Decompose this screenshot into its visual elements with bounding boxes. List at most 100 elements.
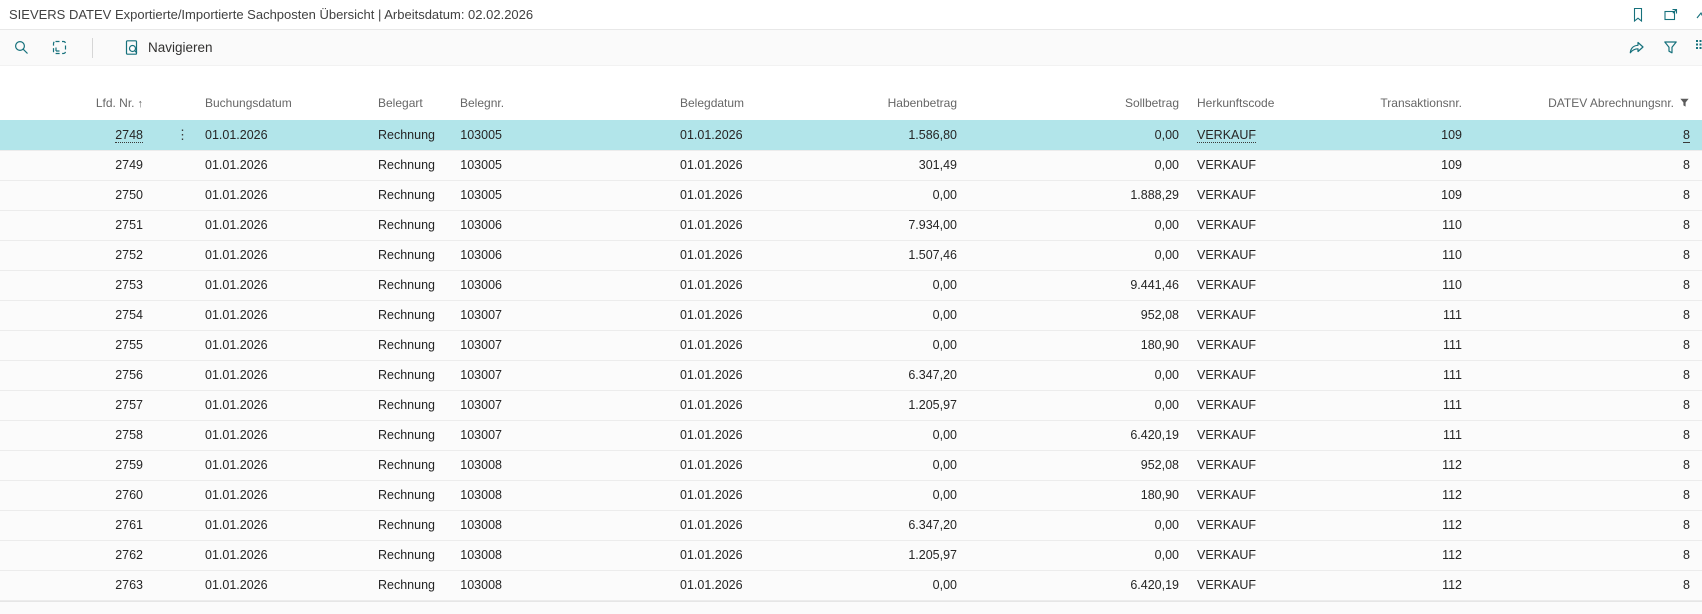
share-icon[interactable] (1627, 39, 1645, 57)
datev-abrechnungsnr-link[interactable]: 8 (1683, 548, 1690, 562)
header-habenbetrag[interactable]: Habenbetrag (805, 86, 965, 120)
datev-abrechnungsnr-link[interactable]: 8 (1683, 338, 1690, 352)
datev-abrechnungsnr-link[interactable]: 8 (1683, 368, 1690, 382)
lfd-nr-link[interactable]: 2762 (115, 548, 143, 562)
herkunftscode-link[interactable]: VERKAUF (1197, 308, 1256, 322)
lfd-nr-link[interactable]: 2755 (115, 338, 143, 352)
analyze-icon[interactable] (50, 39, 68, 57)
header-lfd-nr[interactable]: Lfd. Nr.↑ (0, 86, 165, 120)
cell-herkunftscode: VERKAUF (1185, 120, 1300, 150)
table-row[interactable]: 2760 01.01.2026 Rechnung 103008 01.01.20… (0, 480, 1702, 510)
herkunftscode-link[interactable]: VERKAUF (1197, 278, 1256, 292)
lfd-nr-link[interactable]: 2760 (115, 488, 143, 502)
cell-habenbetrag: 7.934,00 (805, 210, 965, 240)
herkunftscode-link[interactable]: VERKAUF (1197, 188, 1256, 202)
datev-abrechnungsnr-link[interactable]: 8 (1683, 218, 1690, 232)
herkunftscode-link[interactable]: VERKAUF (1197, 218, 1256, 232)
datev-abrechnungsnr-link[interactable]: 8 (1683, 458, 1690, 472)
filter-icon[interactable] (1661, 39, 1679, 57)
table-row[interactable]: 2751 01.01.2026 Rechnung 103006 01.01.20… (0, 210, 1702, 240)
cell-row-menu (165, 540, 200, 570)
table-row[interactable]: 2759 01.01.2026 Rechnung 103008 01.01.20… (0, 450, 1702, 480)
herkunftscode-link[interactable]: VERKAUF (1197, 128, 1256, 143)
lfd-nr-link[interactable]: 2756 (115, 368, 143, 382)
herkunftscode-link[interactable]: VERKAUF (1197, 518, 1256, 532)
header-sollbetrag[interactable]: Sollbetrag (965, 86, 1185, 120)
herkunftscode-link[interactable]: VERKAUF (1197, 488, 1256, 502)
lfd-nr-link[interactable]: 2753 (115, 278, 143, 292)
cell-row-menu (165, 450, 200, 480)
clipped-grid-icon[interactable] (1695, 37, 1702, 58)
herkunftscode-link[interactable]: VERKAUF (1197, 428, 1256, 442)
table-row[interactable]: 2753 01.01.2026 Rechnung 103006 01.01.20… (0, 270, 1702, 300)
cell-sollbetrag: 6.420,19 (965, 420, 1185, 450)
lfd-nr-link[interactable]: 2750 (115, 188, 143, 202)
lfd-nr-link[interactable]: 2754 (115, 308, 143, 322)
header-belegnr[interactable]: Belegnr. (460, 86, 515, 120)
cell-datev-abrechnungsnr: 8 (1470, 300, 1702, 330)
datev-abrechnungsnr-link[interactable]: 8 (1683, 158, 1690, 172)
table-row[interactable]: 2762 01.01.2026 Rechnung 103008 01.01.20… (0, 540, 1702, 570)
cell-lfd-nr: 2749 (0, 150, 165, 180)
clipped-edge-icon[interactable] (1695, 4, 1702, 25)
datev-abrechnungsnr-link[interactable]: 8 (1683, 308, 1690, 322)
cell-spacer (515, 240, 675, 270)
lfd-nr-link[interactable]: 2757 (115, 398, 143, 412)
table-row[interactable]: 2758 01.01.2026 Rechnung 103007 01.01.20… (0, 420, 1702, 450)
search-icon[interactable] (12, 39, 30, 57)
table-row[interactable]: 2750 01.01.2026 Rechnung 103005 01.01.20… (0, 180, 1702, 210)
table-row[interactable]: 2761 01.01.2026 Rechnung 103008 01.01.20… (0, 510, 1702, 540)
lfd-nr-link[interactable]: 2763 (115, 578, 143, 592)
lfd-nr-link[interactable]: 2758 (115, 428, 143, 442)
table-row[interactable]: 2748 ⋮ 01.01.2026 Rechnung 103005 01.01.… (0, 120, 1702, 150)
datev-abrechnungsnr-link[interactable]: 8 (1683, 488, 1690, 502)
cell-sollbetrag: 180,90 (965, 330, 1185, 360)
datev-abrechnungsnr-link[interactable]: 8 (1683, 278, 1690, 292)
header-herkunftscode[interactable]: Herkunftscode (1185, 86, 1300, 120)
datev-abrechnungsnr-link[interactable]: 8 (1683, 248, 1690, 262)
lfd-nr-link[interactable]: 2761 (115, 518, 143, 532)
open-in-new-window-icon[interactable] (1662, 6, 1680, 24)
cell-sollbetrag: 0,00 (965, 390, 1185, 420)
header-transaktionsnr[interactable]: Transaktionsnr. (1300, 86, 1470, 120)
herkunftscode-link[interactable]: VERKAUF (1197, 578, 1256, 592)
table-row[interactable]: 2755 01.01.2026 Rechnung 103007 01.01.20… (0, 330, 1702, 360)
table-row[interactable]: 2754 01.01.2026 Rechnung 103007 01.01.20… (0, 300, 1702, 330)
table-row[interactable]: 2749 01.01.2026 Rechnung 103005 01.01.20… (0, 150, 1702, 180)
table-row[interactable]: 2763 01.01.2026 Rechnung 103008 01.01.20… (0, 570, 1702, 600)
bookmark-icon[interactable] (1629, 6, 1647, 24)
header-belegart[interactable]: Belegart (370, 86, 460, 120)
herkunftscode-link[interactable]: VERKAUF (1197, 398, 1256, 412)
table-row[interactable]: 2756 01.01.2026 Rechnung 103007 01.01.20… (0, 360, 1702, 390)
datev-abrechnungsnr-link[interactable]: 8 (1683, 398, 1690, 412)
table-row[interactable]: 2752 01.01.2026 Rechnung 103006 01.01.20… (0, 240, 1702, 270)
cell-lfd-nr: 2755 (0, 330, 165, 360)
cell-herkunftscode: VERKAUF (1185, 540, 1300, 570)
cell-lfd-nr: 2748 (0, 120, 165, 150)
lfd-nr-link[interactable]: 2759 (115, 458, 143, 472)
datev-abrechnungsnr-link[interactable]: 8 (1683, 188, 1690, 202)
header-buchungsdatum[interactable]: Buchungsdatum (200, 86, 370, 120)
datev-abrechnungsnr-link[interactable]: 8 (1683, 428, 1690, 442)
herkunftscode-link[interactable]: VERKAUF (1197, 548, 1256, 562)
herkunftscode-link[interactable]: VERKAUF (1197, 158, 1256, 172)
herkunftscode-link[interactable]: VERKAUF (1197, 338, 1256, 352)
lfd-nr-link[interactable]: 2752 (115, 248, 143, 262)
datev-abrechnungsnr-link[interactable]: 8 (1683, 518, 1690, 532)
lfd-nr-link[interactable]: 2748 (115, 128, 143, 143)
cell-lfd-nr: 2756 (0, 360, 165, 390)
herkunftscode-link[interactable]: VERKAUF (1197, 248, 1256, 262)
datev-abrechnungsnr-link[interactable]: 8 (1683, 128, 1690, 143)
navigate-button[interactable]: Navigieren (117, 35, 219, 61)
herkunftscode-link[interactable]: VERKAUF (1197, 368, 1256, 382)
lfd-nr-link[interactable]: 2751 (115, 218, 143, 232)
row-context-menu-icon[interactable]: ⋮ (165, 127, 200, 143)
lfd-nr-link[interactable]: 2749 (115, 158, 143, 172)
herkunftscode-link[interactable]: VERKAUF (1197, 458, 1256, 472)
header-belegdatum[interactable]: Belegdatum (675, 86, 805, 120)
header-datev-abrechnungsnr[interactable]: DATEV Abrechnungsnr. (1470, 86, 1702, 120)
table-row[interactable]: 2757 01.01.2026 Rechnung 103007 01.01.20… (0, 390, 1702, 420)
cell-belegnr: 103007 (460, 330, 515, 360)
cell-buchungsdatum: 01.01.2026 (200, 330, 370, 360)
datev-abrechnungsnr-link[interactable]: 8 (1683, 578, 1690, 592)
